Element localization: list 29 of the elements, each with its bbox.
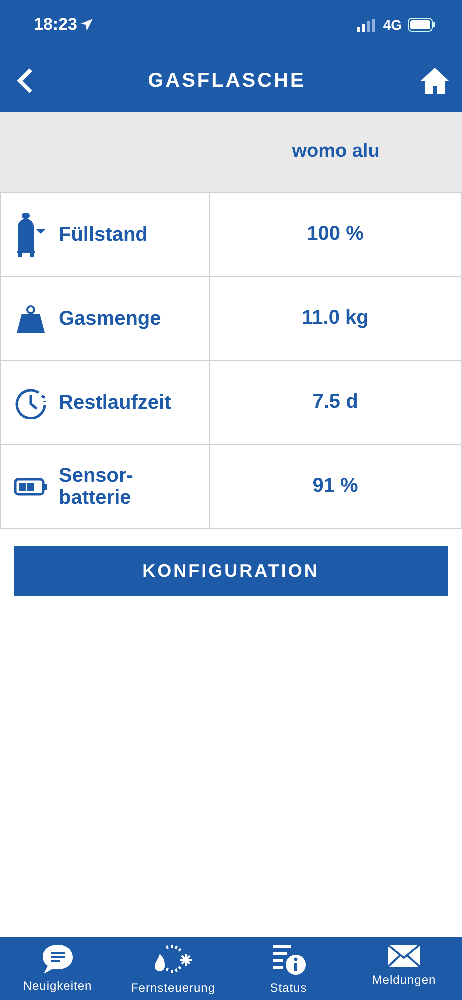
home-button[interactable] [420,67,450,95]
envelope-icon [387,943,422,969]
gas-bottle-icon [14,212,48,256]
list-info-icon [270,943,307,977]
back-button[interactable] [16,67,34,95]
battery-icon [14,478,48,496]
configuration-button[interactable]: KONFIGURATION [14,546,448,596]
tab-item[interactable]: Fernsteuerung [116,937,231,1000]
row-label: Gasmenge [59,308,162,330]
tab-item[interactable]: Status [231,937,346,1000]
row-label: Füllstand [59,224,148,246]
timer-icon [15,386,47,418]
row-value: 100 % [307,223,364,246]
network-label: 4G [383,17,402,33]
tab-item[interactable]: Neuigkeiten [0,937,116,1000]
row-value: 91 % [312,475,358,498]
signal-icon [357,18,378,32]
page-title: GASFLASCHE [148,70,306,92]
location-arrow-icon [81,19,94,31]
row-label: Restlaufzeit [59,392,172,414]
row-value: 7.5 d [312,391,358,414]
row-label: Sensor- batterie [59,464,134,508]
device-name: womo alu [291,141,381,163]
tab-item[interactable]: Meldungen [346,937,462,1000]
kg-weight-icon [16,304,46,334]
clock-time: 18:23 [34,15,78,35]
battery-icon [408,18,436,32]
chat-icon [40,943,75,975]
row-value: 11.0 kg [302,307,369,330]
